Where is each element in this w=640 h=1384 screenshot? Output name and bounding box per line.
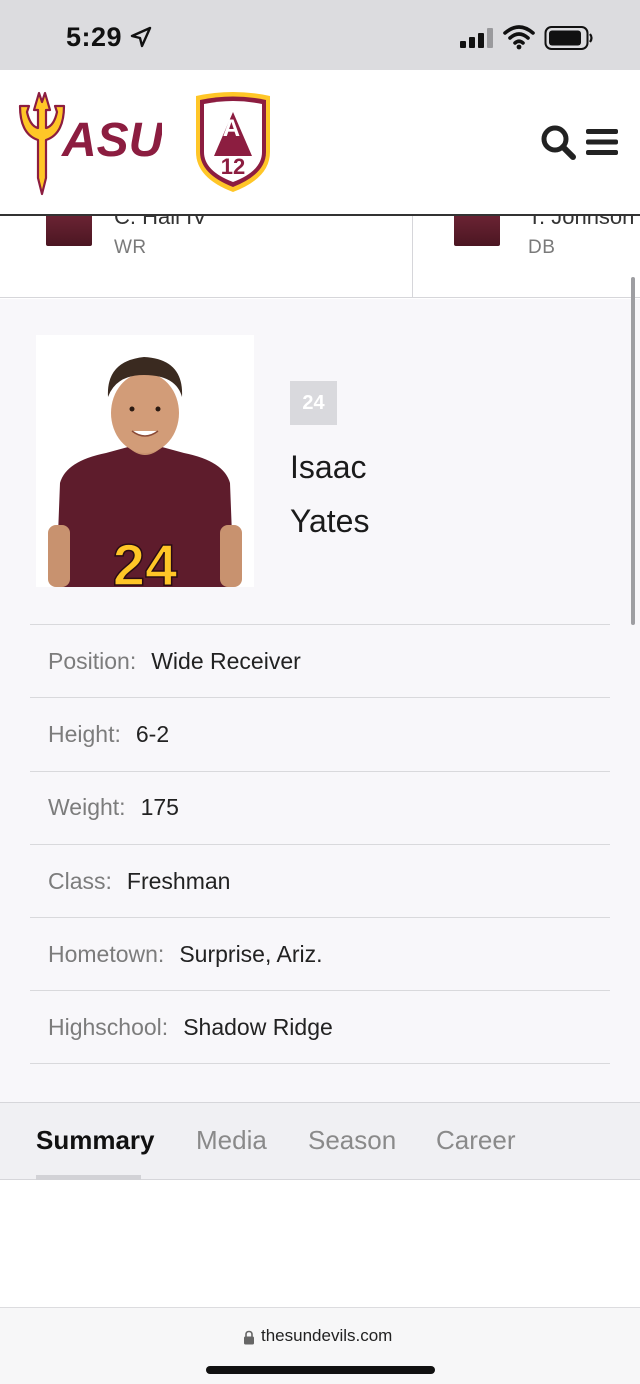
player-profile: 24 24 Isaac Yates Position: Wide Receive… [0,299,640,1102]
info-label: Highschool: [48,1013,169,1040]
info-label: Class: [48,867,112,894]
tab-season[interactable]: Season [308,1125,396,1156]
info-value: 175 [140,794,179,821]
player-info-list: Position: Wide Receiver Height: 6-2 Weig… [30,624,610,1064]
info-value: Freshman [126,867,231,894]
hamburger-menu-icon[interactable] [586,128,618,156]
home-indicator [206,1366,435,1374]
tab-media[interactable]: Media [196,1125,267,1156]
tab-summary[interactable]: Summary [36,1125,155,1156]
roster-thumbnail [46,216,92,246]
jersey-number-graphic: 24 [113,533,178,587]
player-first-name: Isaac [290,449,367,485]
roster-thumbnail [454,216,500,246]
browser-url-bar[interactable]: thesundevils.com [0,1307,640,1384]
roster-position: WR [114,237,147,258]
search-icon[interactable] [540,124,576,160]
wifi-icon [503,25,535,50]
pac-logo-text: PAC [209,115,258,142]
scrollbar[interactable] [631,277,635,625]
info-row-hometown: Hometown: Surprise, Ariz. [30,917,610,990]
roster-card[interactable]: T. Johnson DB [414,216,640,297]
asu-logo[interactable]: ASU [12,88,162,198]
player-photo: 24 [36,335,254,587]
info-label: Hometown: [48,940,165,967]
tab-content [0,1181,640,1307]
battery-icon [544,26,593,50]
info-row-position: Position: Wide Receiver [30,624,610,697]
info-value: 6-2 [135,720,170,747]
jersey-number-badge: 24 [290,381,337,425]
active-tab-indicator [36,1175,141,1180]
status-time: 5:29 [66,22,123,52]
info-value: Shadow Ridge [183,1013,333,1040]
pac-12-logo[interactable]: PAC 12 [192,92,274,194]
roster-carousel[interactable]: C. Hall IV WR T. Johnson DB [0,216,640,298]
profile-tabs: Summary Media Season Career [0,1102,640,1180]
info-value: Wide Receiver [151,647,301,674]
location-arrow-icon [130,26,152,48]
roster-card[interactable]: C. Hall IV WR [0,216,413,297]
url-domain[interactable]: thesundevils.com [261,1326,392,1346]
info-label: Height: [48,720,121,747]
roster-name: T. Johnson [528,216,635,229]
info-row-class: Class: Freshman [30,843,610,917]
roster-position: DB [528,237,556,258]
cellular-signal-icon [460,28,493,48]
tab-career[interactable]: Career [436,1125,515,1156]
info-label: Position: [48,647,137,674]
roster-name: C. Hall IV [114,216,207,229]
info-value: Surprise, Ariz. [179,940,323,967]
site-header: ASU PAC 12 [0,70,640,216]
status-bar: 5:29 [0,0,640,70]
pac-logo-number: 12 [221,154,245,179]
asu-logo-text: ASU [61,114,162,167]
info-row-weight: Weight: 175 [30,770,610,844]
info-row-height: Height: 6-2 [30,697,610,770]
info-row-highschool: Highschool: Shadow Ridge [30,990,610,1064]
player-last-name: Yates [290,503,370,539]
lock-icon [244,1330,254,1345]
info-label: Weight: [48,794,126,821]
